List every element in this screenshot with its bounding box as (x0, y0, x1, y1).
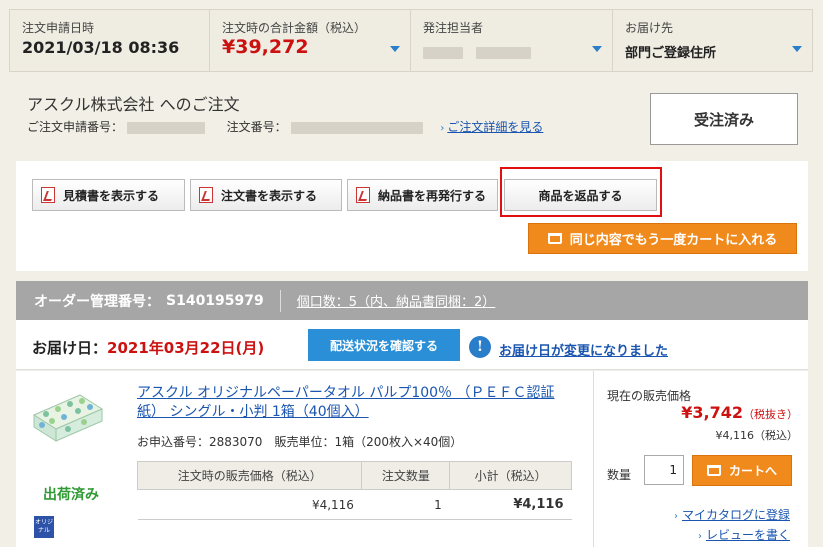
cell-subtotal: ¥4,116 (449, 489, 572, 520)
summary-dest-label: お届け先 (625, 21, 674, 35)
view-order-form-button[interactable]: 注文書を表示する (190, 179, 342, 211)
order-summary-bar: 注文申請日時 2021/03/18 08:36 注文時の合計金額（税込） ¥39… (9, 9, 813, 72)
current-price: ¥3,742（税抜き） (681, 403, 798, 422)
delivery-row: お届け日：2021年03月22日(月) 配送状況を確認する ! お届け日が変更に… (16, 320, 808, 370)
cell-price: ¥4,116 (137, 489, 362, 520)
product-name-link[interactable]: アスクル オリジナルペーパータオル パルプ100％ （ＰＥＦＣ認証紙） シングル… (137, 384, 577, 422)
order-price-table: 注文時の販売価格（税込） 注文数量 小計（税込） ¥4,116 1 ¥4,116 (136, 461, 572, 520)
product-image[interactable] (28, 389, 106, 445)
order-mgmt-label: オーダー管理番号： (34, 293, 160, 310)
detail-link-wrap[interactable]: › ご注文詳細を見る (440, 120, 543, 134)
delivery-date-label: お届け日： (32, 339, 108, 357)
current-price-label: 現在の販売価格 (607, 389, 692, 403)
chevron-right-icon: › (440, 123, 445, 134)
pdf-icon (199, 187, 213, 203)
quantity-input[interactable] (644, 455, 684, 485)
order-no-redacted (290, 121, 423, 134)
summary-dest-value: 部門ご登録住所 (625, 46, 717, 61)
chevron-down-icon[interactable] (792, 46, 802, 52)
company-title: アスクル株式会社 へのご注文 (27, 95, 240, 114)
purchase-column: 現在の販売価格 ¥3,742（税抜き） ¥4,116（税込） 数量 カートへ ›… (593, 371, 808, 547)
order-status-box: 受注済み (650, 93, 798, 145)
add-again-to-cart-button[interactable]: 同じ内容でもう一度カートに入れる (528, 223, 797, 254)
product-panel: 出荷済み オリジナル アスクル オリジナルペーパータオル パルプ100％ （ＰＥ… (16, 371, 808, 547)
summary-total-label: 注文時の合計金額（税込） (222, 21, 367, 35)
mycatalog-link[interactable]: マイカタログに登録 (682, 508, 790, 522)
reissue-delivery-note-label: 納品書を再発行する (378, 188, 487, 203)
quantity-label: 数量 (607, 468, 632, 482)
view-quote-label: 見積書を表示する (63, 188, 160, 203)
cart-icon (547, 233, 562, 244)
table-header-row: 注文時の販売価格（税込） 注文数量 小計（税込） (136, 461, 572, 490)
chevron-down-icon[interactable] (592, 46, 602, 52)
delivery-date-changed-link[interactable]: お届け日が変更になりました (499, 340, 668, 359)
summary-date-value: 2021/03/18 08:36 (22, 38, 180, 57)
track-shipment-button[interactable]: 配送状況を確認する (308, 329, 460, 361)
add-to-cart-button[interactable]: カートへ (692, 455, 792, 486)
summary-dest-cell[interactable]: お届け先 部門ご登録住所 (613, 10, 812, 71)
summary-orderer-label: 発注担当者 (423, 21, 484, 35)
delivery-date-text: お届け日：2021年03月22日(月) (32, 337, 264, 358)
add-to-cart-label: カートへ (728, 464, 777, 478)
mycatalog-link-wrap[interactable]: › マイカタログに登録 (674, 506, 790, 523)
chevron-right-icon: › (673, 511, 678, 522)
original-brand-badge: オリジナル (34, 516, 54, 538)
cell-qty: 1 (361, 489, 450, 520)
review-link[interactable]: レビューを書く (706, 528, 790, 542)
return-highlight-frame (500, 167, 662, 217)
summary-total-cell[interactable]: 注文時の合計金額（税込） ¥39,272 (210, 10, 411, 71)
order-no-label: 注文番号： (226, 120, 287, 134)
view-quote-button[interactable]: 見積書を表示する (32, 179, 185, 211)
pdf-icon (41, 187, 55, 203)
info-icon: ! (469, 336, 491, 358)
order-mgmt-number: S140195979 (166, 292, 264, 309)
shipped-status: 出荷済み (43, 487, 99, 503)
document-actions-panel: 見積書を表示する 注文書を表示する 納品書を再発行する 商品を返品する 同じ内容… (16, 161, 808, 271)
product-info: お申込番号：2883070 販売単位：1箱（200枚入×40個） (137, 435, 463, 449)
summary-orderer-cell[interactable]: 発注担当者 (411, 10, 613, 71)
table-row: ¥4,116 1 ¥4,116 (137, 489, 572, 520)
chevron-right-icon: › (697, 531, 702, 542)
tax-included-price: ¥4,116（税込） (715, 429, 799, 442)
pdf-icon (356, 187, 370, 203)
order-meta: ご注文申請番号： 注文番号： › ご注文詳細を見る (27, 118, 543, 135)
order-detail-link[interactable]: ご注文詳細を見る (447, 120, 543, 134)
view-order-form-label: 注文書を表示する (221, 188, 318, 203)
order-management-bar: オーダー管理番号： S140195979 個口数：5（内、納品書同梱：2） (16, 281, 808, 320)
delivery-date-value: 2021年03月22日(月) (107, 339, 265, 357)
review-link-wrap[interactable]: › レビューを書く (698, 526, 790, 543)
col-header-subtotal: 小計（税込） (449, 461, 572, 490)
add-again-to-cart-label: 同じ内容でもう一度カートに入れる (569, 233, 778, 248)
chevron-down-icon[interactable] (390, 46, 400, 52)
col-header-qty: 注文数量 (361, 461, 451, 490)
summary-orderer-redacted (423, 42, 602, 61)
col-header-price: 注文時の販売価格（税込） (136, 461, 363, 490)
reissue-delivery-note-button[interactable]: 納品書を再発行する (347, 179, 498, 211)
packages-link[interactable]: 個口数：5（内、納品書同梱：2） (297, 291, 496, 310)
summary-total-value: ¥39,272 (222, 36, 309, 58)
current-price-tax: （税抜き） (743, 408, 798, 421)
request-no-redacted (126, 121, 205, 134)
summary-date-cell: 注文申請日時 2021/03/18 08:36 (10, 10, 210, 71)
summary-date-label: 注文申請日時 (22, 21, 95, 35)
current-price-value: ¥3,742 (681, 403, 743, 422)
divider (279, 289, 281, 312)
cart-icon (706, 465, 721, 476)
request-no-label: ご注文申請番号： (27, 120, 124, 134)
